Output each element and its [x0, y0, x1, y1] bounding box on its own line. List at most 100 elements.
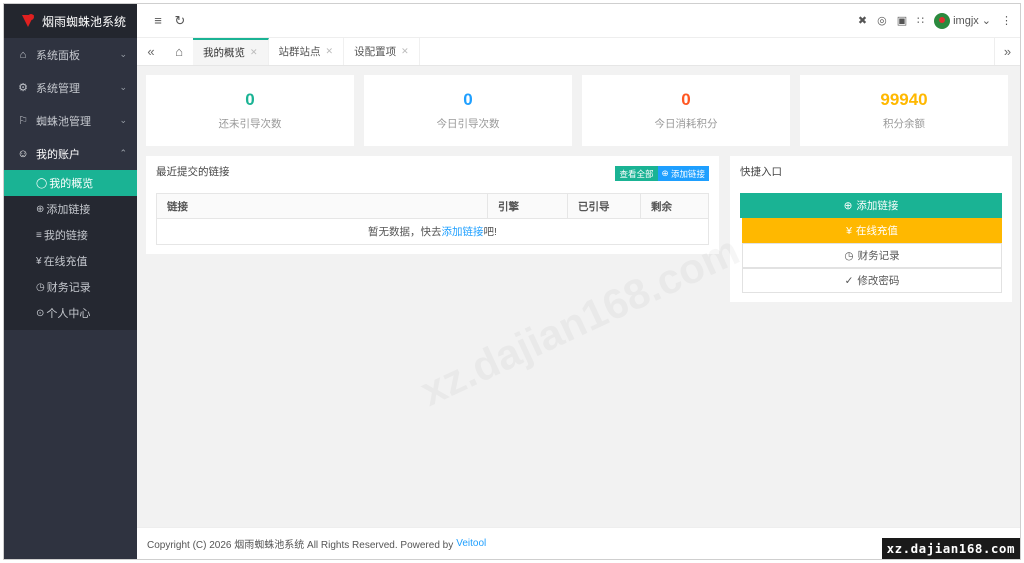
stat-card: 0 今日引导次数	[364, 75, 572, 146]
avatar	[934, 12, 951, 29]
stat-value: 0	[681, 90, 691, 109]
sidebar-subitem-overview[interactable]: ◯ 我的概览	[4, 170, 137, 196]
stat-label: 还未引导次数	[218, 118, 282, 130]
yen-icon: ¥	[846, 224, 852, 237]
fullscreen-icon[interactable]: ∷	[917, 14, 924, 27]
view-all-button[interactable]: 查看全部	[615, 166, 658, 181]
empty-text: 吧!	[483, 226, 497, 238]
stat-label: 今日消耗积分	[654, 118, 718, 130]
user-icon: ☺	[17, 147, 29, 160]
tab-sites[interactable]: 站群站点 ✕	[269, 38, 345, 65]
clock-icon: ◷	[844, 249, 854, 262]
content: 0 还未引导次数 0 今日引导次数 0 今日消耗积分 99940 积分余额 最近…	[137, 67, 1020, 527]
footer-text: Copyright (C) 2026 烟雨蜘蛛池系统 All Rights Re…	[147, 540, 454, 551]
side-menu: ⌂ 系统面板 ⌄ ⚙ 系统管理 ⌄ ⚐ 蜘蛛池管理 ⌄ ☺ 我的账户 ⌃ ◯ 我…	[4, 38, 137, 330]
stat-value: 0	[245, 90, 255, 109]
stat-card: 0 今日消耗积分	[582, 75, 790, 146]
quick-add-link-button[interactable]: ⊕ 添加链接	[740, 193, 1002, 218]
plus-circle-icon: ⊕	[843, 199, 853, 212]
logo-icon	[22, 14, 36, 28]
clock-icon: ◷	[36, 281, 45, 293]
button-label: 财务记录	[857, 250, 900, 262]
sidebar-subitem-label: 财务记录	[46, 282, 91, 294]
globe-icon[interactable]: ◎	[877, 14, 887, 27]
home-icon: ⌂	[19, 48, 27, 61]
main-area: ≡ ↻ ✖ ◎ ▣ ∷ imgjx ⌄ ⋮ « ⌂ 我的概览 ✕ 站群站点 ✕ …	[137, 4, 1020, 559]
add-link-inline[interactable]: 添加链接	[442, 226, 484, 238]
button-label: 添加链接	[670, 168, 705, 179]
account-submenu: ◯ 我的概览 ⊕ 添加链接 ≡ 我的链接 ¥ 在线充值 ◷ 财务记录 ⊙ 个人中…	[4, 170, 137, 330]
empty-text: 暂无数据，快去	[368, 226, 442, 238]
sidebar-item-label: 系统管理	[36, 82, 80, 95]
refresh-icon[interactable]: ↻	[169, 13, 191, 29]
sidebar-subitem-my-links[interactable]: ≡ 我的链接	[4, 222, 137, 248]
tabs-next-icon[interactable]: »	[994, 38, 1020, 65]
close-circle-icon[interactable]: ✖	[858, 14, 867, 27]
lock-icon[interactable]: ▣	[897, 14, 907, 27]
user-menu[interactable]: imgjx ⌄	[934, 12, 991, 29]
top-header: ≡ ↻ ✖ ◎ ▣ ∷ imgjx ⌄ ⋮	[137, 4, 1020, 38]
column-header: 链接	[156, 193, 488, 219]
chevron-down-icon: ⌄	[119, 115, 127, 125]
table-row: 暂无数据，快去添加链接吧!	[156, 218, 709, 245]
home-tab-icon[interactable]: ⌂	[165, 38, 193, 65]
sidebar-item-system[interactable]: ⚙ 系统管理 ⌄	[4, 71, 137, 104]
sidebar-item-dashboard[interactable]: ⌂ 系统面板 ⌄	[4, 38, 137, 71]
sidebar-subitem-finance[interactable]: ◷ 财务记录	[4, 274, 137, 300]
add-link-button[interactable]: ⊕ 添加链接	[657, 166, 709, 181]
shield-check-icon: ✓	[844, 274, 854, 287]
plus-circle-icon: ⊕	[661, 168, 671, 178]
quick-recharge-button[interactable]: ¥ 在线充值	[742, 218, 1002, 243]
close-icon[interactable]: ✕	[326, 46, 334, 57]
column-header: 引擎	[487, 193, 568, 219]
app-title: 烟雨蜘蛛池系统	[42, 14, 127, 29]
circle-icon: ◯	[36, 177, 48, 189]
sidebar-item-spiderpool[interactable]: ⚐ 蜘蛛池管理 ⌄	[4, 104, 137, 137]
more-icon[interactable]: ⋮	[1001, 14, 1012, 27]
stat-card: 0 还未引导次数	[146, 75, 354, 146]
stat-label: 今日引导次数	[436, 118, 500, 130]
tab-label: 站群站点	[278, 46, 321, 58]
column-header: 剩余	[640, 193, 709, 219]
powered-by-link[interactable]: Veitool	[456, 538, 486, 549]
quick-entry-panel: 快捷入口 ⊕ 添加链接 ¥ 在线充值 ◷ 财务记录 ✓ 修改密码	[730, 156, 1012, 302]
menu-fold-icon[interactable]: ≡	[147, 13, 169, 28]
stat-value: 0	[463, 90, 473, 109]
column-header: 已引导	[567, 193, 641, 219]
sidebar-subitem-label: 在线充值	[43, 256, 88, 268]
stat-label: 积分余额	[883, 118, 925, 130]
corner-watermark-badge: xz.dajian168.com	[881, 538, 1020, 559]
panel-title: 快捷入口	[740, 166, 782, 178]
sidebar-subitem-label: 我的链接	[43, 230, 88, 242]
quick-finance-button[interactable]: ◷ 财务记录	[742, 243, 1002, 268]
sidebar-item-account[interactable]: ☺ 我的账户 ⌃	[4, 137, 137, 170]
stat-value: 99940	[880, 90, 928, 109]
empty-state: 暂无数据，快去添加链接吧!	[156, 218, 709, 245]
yen-icon: ¥	[36, 255, 42, 267]
button-label: 修改密码	[857, 275, 900, 287]
panel-actions: 查看全部 ⊕ 添加链接	[615, 166, 709, 181]
sidebar-subitem-profile[interactable]: ⊙ 个人中心	[4, 300, 137, 326]
sidebar-item-label: 我的账户	[36, 148, 80, 161]
sidebar-subitem-add-link[interactable]: ⊕ 添加链接	[4, 196, 137, 222]
sidebar-item-label: 蜘蛛池管理	[36, 115, 91, 128]
stats-row: 0 还未引导次数 0 今日引导次数 0 今日消耗积分 99940 积分余额	[146, 75, 1012, 146]
tabs-prev-icon[interactable]: «	[137, 38, 165, 65]
gear-icon: ⚙	[18, 82, 28, 94]
tab-label: 我的概览	[203, 47, 245, 59]
second-row: 最近提交的链接 查看全部 ⊕ 添加链接 链接 引擎 已引导 剩余 暂无数据，快去…	[146, 156, 1012, 302]
quick-change-password-button[interactable]: ✓ 修改密码	[742, 268, 1002, 293]
chevron-down-icon: ⌄	[981, 15, 991, 27]
sidebar-subitem-recharge[interactable]: ¥ 在线充值	[4, 248, 137, 274]
tab-overview[interactable]: 我的概览 ✕	[193, 38, 269, 65]
close-icon[interactable]: ✕	[250, 47, 258, 58]
tab-settings[interactable]: 设配置项 ✕	[344, 38, 420, 65]
flag-icon: ⚐	[18, 115, 28, 127]
username: imgjx	[953, 14, 979, 27]
logo-bar[interactable]: 烟雨蜘蛛池系统	[4, 4, 137, 38]
close-icon[interactable]: ✕	[401, 46, 409, 57]
recent-links-panel: 最近提交的链接 查看全部 ⊕ 添加链接 链接 引擎 已引导 剩余 暂无数据，快去…	[146, 156, 719, 254]
app-window: 烟雨蜘蛛池系统 ⌂ 系统面板 ⌄ ⚙ 系统管理 ⌄ ⚐ 蜘蛛池管理 ⌄ ☺ 我的…	[3, 3, 1021, 560]
list-icon: ≡	[36, 229, 42, 241]
shield-check-icon: ⊙	[36, 307, 45, 319]
